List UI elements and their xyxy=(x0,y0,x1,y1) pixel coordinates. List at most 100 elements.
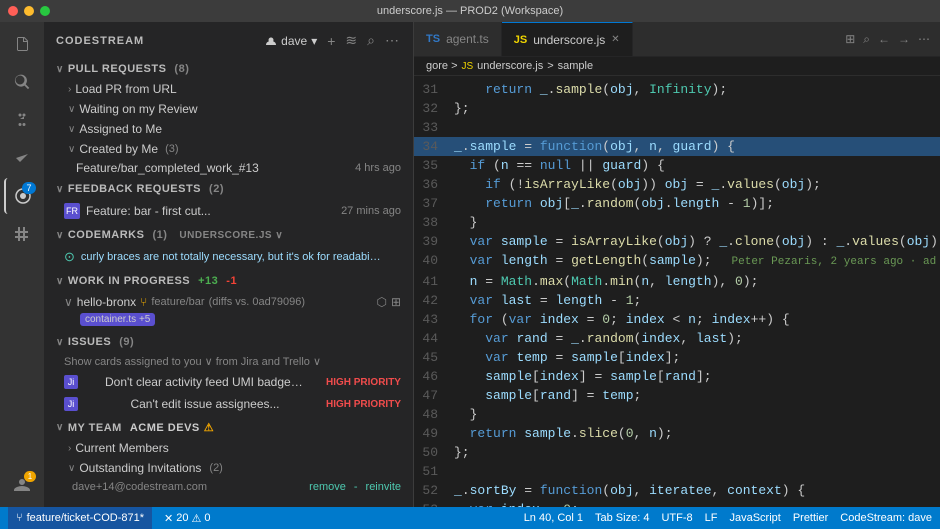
codemark-item[interactable]: ⊙ curly braces are not totally necessary… xyxy=(44,245,413,269)
issue-priority-0: HIGH PRIORITY xyxy=(326,377,401,388)
code-line-49: 49 return sample.slice(0, n); xyxy=(414,424,940,443)
encoding[interactable]: UTF-8 xyxy=(661,512,692,524)
code-line-46: 46 sample[index] = sample[rand]; xyxy=(414,367,940,386)
more-actions-icon[interactable]: ⋯ xyxy=(916,30,932,49)
code-line-50: 50 }; xyxy=(414,443,940,462)
warning-icon: ⚠ xyxy=(191,512,201,525)
fr-label: FEEDBACK REQUESTS xyxy=(68,183,201,195)
assigned-to-me-label: Assigned to Me xyxy=(79,122,162,136)
tab-underscore-js[interactable]: JS underscore.js ✕ xyxy=(502,22,633,56)
code-line-53: 53 var index = 0; xyxy=(414,500,940,507)
branch-name: feature/ticket-COD-871* xyxy=(27,512,144,524)
wip-branch-chevron: ∨ xyxy=(64,295,73,309)
window-controls[interactable] xyxy=(8,6,50,16)
code-line-37: 37 return obj[_.random(obj.length - 1)]; xyxy=(414,194,940,213)
search-activity-icon[interactable] xyxy=(4,64,40,100)
pr-label: PULL REQUESTS xyxy=(68,63,167,75)
issue-title-0: Don't clear activity feed UMI badge when… xyxy=(105,375,305,389)
breadcrumb-file[interactable]: underscore.js xyxy=(477,60,543,72)
outstanding-invitations-count: (2) xyxy=(209,462,222,474)
search-editor-icon[interactable]: ⌕ xyxy=(861,30,872,49)
branch-indicator[interactable]: ⑂ feature/ticket-COD-871* xyxy=(8,507,152,529)
issue-icon-1: Ji xyxy=(64,397,78,411)
tab-underscore-label: underscore.js xyxy=(533,33,605,47)
codestream-activity-icon[interactable]: 7 xyxy=(4,178,40,214)
breadcrumb-symbol[interactable]: sample xyxy=(558,60,593,72)
source-control-activity-icon[interactable] xyxy=(4,102,40,138)
wip-chevron: ∨ xyxy=(56,276,64,287)
issue-filter[interactable]: Show cards assigned to you ∨ from Jira a… xyxy=(44,352,413,371)
status-bar: ⑂ feature/ticket-COD-871* ✕ 20 ⚠ 0 Ln 40… xyxy=(0,507,940,529)
issues-header[interactable]: ∨ ISSUES (9) xyxy=(44,332,413,352)
account-activity-icon[interactable]: 1 xyxy=(4,467,40,503)
wip-header[interactable]: ∨ WORK IN PROGRESS +13 -1 xyxy=(44,271,413,291)
issues-section: ∨ ISSUES (9) Show cards assigned to you … xyxy=(44,332,413,415)
activity-icon-btn[interactable]: ≋ xyxy=(343,30,359,51)
feedback-item[interactable]: FR Feature: bar - first cut... 27 mins a… xyxy=(44,199,413,223)
user-selector[interactable]: dave ▾ xyxy=(265,34,317,48)
search-icon-btn[interactable]: ⌕ xyxy=(365,30,377,51)
tab-size[interactable]: Tab Size: 4 xyxy=(595,512,649,524)
files-activity-icon[interactable] xyxy=(4,26,40,62)
error-count[interactable]: ✕ 20 ⚠ 0 xyxy=(164,512,210,525)
code-line-45: 45 var temp = sample[index]; xyxy=(414,348,940,367)
issue-item-1[interactable]: Ji Can't edit issue assignees... HIGH PR… xyxy=(44,393,413,415)
pr-sub-time: 4 hrs ago xyxy=(355,162,401,174)
branch-icon: ⑂ xyxy=(16,512,23,524)
minimize-button[interactable] xyxy=(24,6,34,16)
navigate-forward-icon[interactable]: → xyxy=(896,30,912,49)
current-members-item[interactable]: › Current Members xyxy=(44,438,413,458)
codemarks-header[interactable]: ∨ CODEMARKS (1) underscore.js ∨ xyxy=(44,225,413,245)
my-team-header[interactable]: ∨ MY TEAM Acme Devs ⚠ xyxy=(44,417,413,438)
remove-invite-btn[interactable]: remove xyxy=(309,481,346,493)
code-editor[interactable]: 31 return _.sample(obj, Infinity); 32 };… xyxy=(414,76,940,507)
code-line-41: 41 n = Math.max(Math.min(n, length), 0); xyxy=(414,272,940,291)
load-pr-label: Load PR from URL xyxy=(75,82,176,96)
issue-priority-1: HIGH PRIORITY xyxy=(326,399,401,410)
compose-icon[interactable]: + xyxy=(325,31,337,51)
tab-close-btn[interactable]: ✕ xyxy=(611,34,619,45)
debug-activity-icon[interactable] xyxy=(4,140,40,176)
reinvite-btn[interactable]: reinvite xyxy=(366,481,401,493)
waiting-review-item[interactable]: ∨ Waiting on my Review xyxy=(44,99,413,119)
wip-item[interactable]: ∨ hello-bronx ⑂ feature/bar (diffs vs. 0… xyxy=(44,291,413,330)
my-team-label: MY TEAM xyxy=(68,422,122,434)
wip-branch-name: hello-bronx xyxy=(77,295,136,309)
user-chevron: ▾ xyxy=(311,34,317,48)
code-line-42: 42 var last = length - 1; xyxy=(414,291,940,310)
invitation-item[interactable]: dave+14@codestream.com remove - reinvite xyxy=(44,478,413,496)
feedback-requests-header[interactable]: ∨ FEEDBACK REQUESTS (2) xyxy=(44,179,413,199)
cm-count: (1) xyxy=(148,229,171,241)
extensions-activity-icon[interactable] xyxy=(4,216,40,252)
assigned-to-me-item[interactable]: ∨ Assigned to Me xyxy=(44,119,413,139)
pull-requests-header[interactable]: ∨ PULL REQUESTS (8) xyxy=(44,59,413,79)
code-line-36: 36 if (!isArrayLike(obj)) obj = _.values… xyxy=(414,175,940,194)
pr-chevron: ∨ xyxy=(56,64,64,75)
codestream-badge: 7 xyxy=(22,182,36,194)
close-button[interactable] xyxy=(8,6,18,16)
formatter[interactable]: Prettier xyxy=(793,512,828,524)
code-line-43: 43 for (var index = 0; index < n; index+… xyxy=(414,310,940,329)
load-pr-item[interactable]: › Load PR from URL xyxy=(44,79,413,99)
wip-file[interactable]: container.ts +5 xyxy=(64,311,401,326)
language-mode[interactable]: JavaScript xyxy=(729,512,780,524)
cursor-position[interactable]: Ln 40, Col 1 xyxy=(524,512,583,524)
codestream-status[interactable]: CodeStream: dave xyxy=(840,512,932,524)
sidebar-header: CODESTREAM dave ▾ + ≋ ⌕ ⋯ xyxy=(44,22,413,59)
created-by-me-item[interactable]: ∨ Created by Me (3) xyxy=(44,139,413,159)
code-line-35: 35 if (n == null || guard) { xyxy=(414,156,940,175)
codemarks-section: ∨ CODEMARKS (1) underscore.js ∨ ⊙ curly … xyxy=(44,225,413,269)
editor-area: TS agent.ts JS underscore.js ✕ ⊞ ⌕ ← → ⋯… xyxy=(414,22,940,507)
pr-sub-item[interactable]: Feature/bar_completed_work_#13 4 hrs ago xyxy=(44,159,413,177)
line-ending[interactable]: LF xyxy=(705,512,718,524)
maximize-button[interactable] xyxy=(40,6,50,16)
navigate-back-icon[interactable]: ← xyxy=(876,30,892,49)
issue-item-0[interactable]: Ji Don't clear activity feed UMI badge w… xyxy=(44,371,413,393)
issue-icon-0: Ji xyxy=(64,375,78,389)
filter-icon-btn[interactable]: ⋯ xyxy=(383,30,401,51)
outstanding-invitations-item[interactable]: ∨ Outstanding Invitations (2) xyxy=(44,458,413,478)
split-editor-icon[interactable]: ⊞ xyxy=(843,30,857,49)
tab-agent-ts[interactable]: TS agent.ts xyxy=(414,22,502,56)
team-warning-icon: ⚠ xyxy=(204,421,214,434)
wip-additions: +13 xyxy=(198,275,218,287)
